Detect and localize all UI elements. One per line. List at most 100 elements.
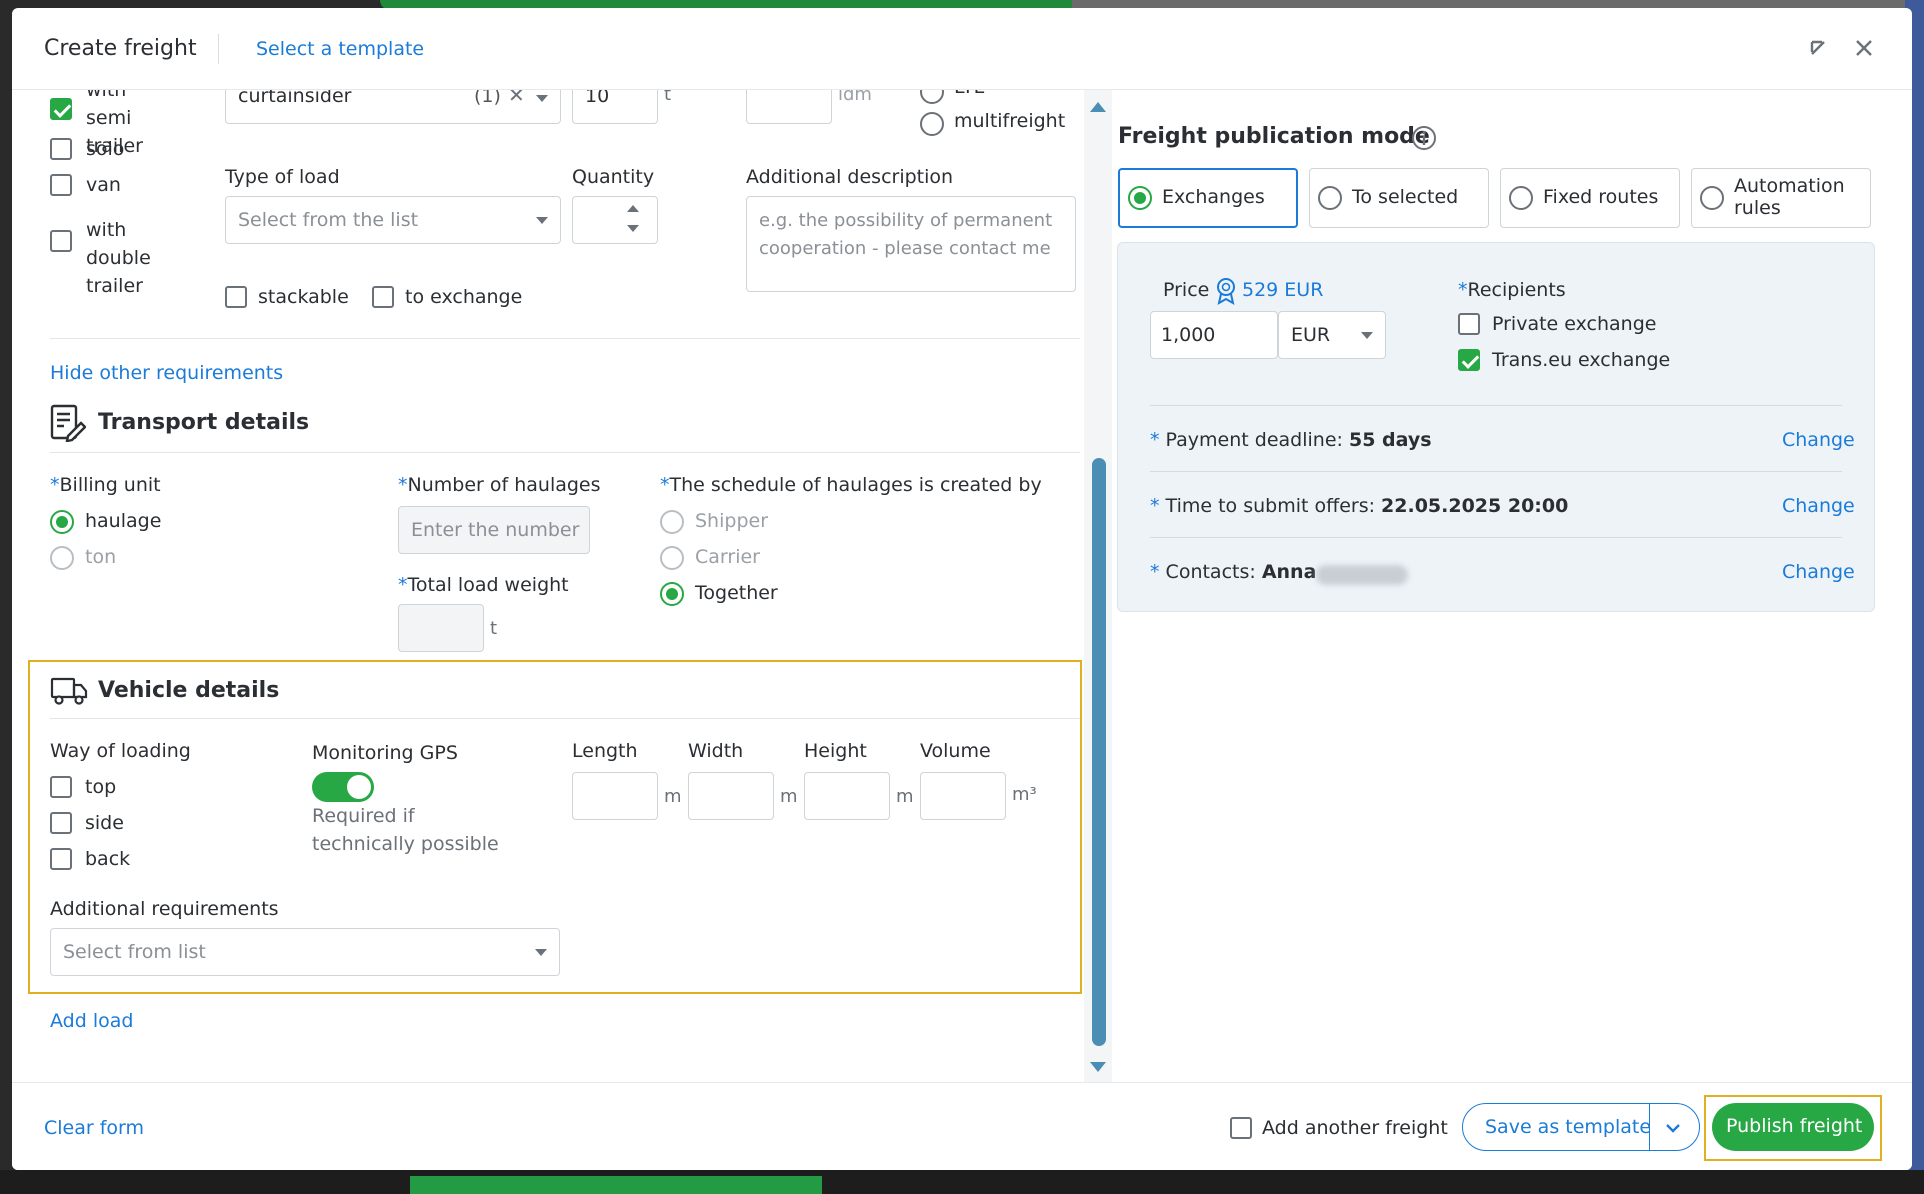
volume-unit: m³ — [1012, 784, 1037, 805]
transport-details-title: Transport details — [98, 410, 310, 435]
quantity-label: Quantity — [572, 166, 655, 188]
to-selected-label: To selected — [1352, 186, 1459, 208]
fixed-routes-radio — [1509, 186, 1533, 210]
exchanges-radio — [1128, 186, 1152, 210]
mode-tab-automation-rules[interactable]: Automation rules — [1691, 168, 1871, 228]
scrollbar-thumb[interactable] — [1092, 458, 1106, 1046]
loading-back-checkbox[interactable] — [50, 848, 72, 870]
transeu-exchange-label: Trans.eu exchange — [1492, 349, 1671, 371]
clear-icon[interactable]: ✕ — [508, 90, 525, 107]
create-freight-modal: Create freight Select a template with se… — [12, 8, 1912, 1170]
shipper-radio[interactable] — [660, 510, 684, 534]
stepper-down-icon[interactable] — [627, 225, 639, 232]
mode-tab-to-selected[interactable]: To selected — [1309, 168, 1489, 228]
loading-side-label: side — [85, 812, 124, 834]
publication-settings-panel: Price 529 EUR 1,000 EUR *Recipients Priv… — [1117, 242, 1875, 612]
type-of-load-placeholder: Select from the list — [238, 209, 419, 231]
clear-form-link[interactable]: Clear form — [44, 1117, 144, 1139]
panel-divider — [1150, 471, 1842, 472]
loading-side-checkbox[interactable] — [50, 812, 72, 834]
ton-radio[interactable] — [50, 546, 74, 570]
chevron-down-icon — [535, 949, 547, 956]
change-contacts-link[interactable]: Change — [1782, 561, 1855, 583]
scroll-up-icon[interactable] — [1090, 102, 1106, 112]
weight-input[interactable]: 10 — [572, 90, 658, 124]
document-icon — [50, 404, 87, 443]
truck-icon — [50, 676, 88, 706]
volume-label: Volume — [920, 740, 991, 762]
additional-description-label: Additional description — [746, 166, 954, 188]
publish-freight-button[interactable]: Publish freight — [1712, 1103, 1874, 1151]
modal-footer: Clear form Add another freight Save as t… — [12, 1082, 1912, 1170]
button-divider — [1649, 1104, 1650, 1150]
double-trailer-label: with double trailer — [86, 219, 151, 297]
stackable-label: stackable — [258, 286, 349, 308]
to-exchange-checkbox[interactable] — [372, 286, 394, 308]
private-exchange-label: Private exchange — [1492, 313, 1657, 335]
background-bottom-banner — [410, 1176, 822, 1194]
mode-tab-fixed-routes[interactable]: Fixed routes — [1500, 168, 1680, 228]
haulage-radio[interactable] — [50, 510, 74, 534]
body-type-select[interactable]: curtainsider (1) ✕ — [225, 90, 561, 124]
volume-input[interactable] — [920, 772, 1006, 820]
header-divider — [218, 34, 219, 64]
change-payment-deadline-link[interactable]: Change — [1782, 429, 1855, 451]
type-of-load-select[interactable]: Select from the list — [225, 196, 561, 244]
chevron-down-icon[interactable] — [1661, 1116, 1685, 1140]
private-exchange-checkbox[interactable] — [1458, 313, 1480, 335]
haulages-label: *Number of haulages — [398, 474, 601, 496]
change-offers-time-link[interactable]: Change — [1782, 495, 1855, 517]
way-of-loading-label: Way of loading — [50, 740, 191, 762]
stackable-checkbox[interactable] — [225, 286, 247, 308]
loading-top-checkbox[interactable] — [50, 776, 72, 798]
info-icon[interactable] — [1410, 124, 1438, 152]
publish-freight-label: Publish freight — [1726, 1115, 1863, 1137]
van-checkbox[interactable] — [50, 174, 72, 196]
type-of-load-label: Type of load — [225, 166, 340, 188]
add-another-freight-label: Add another freight — [1262, 1117, 1448, 1139]
additional-description-textarea[interactable]: e.g. the possibility of permanent cooper… — [746, 196, 1076, 292]
panel-divider — [1150, 537, 1842, 538]
currency-select[interactable]: EUR — [1278, 311, 1386, 359]
together-radio[interactable] — [660, 582, 684, 606]
total-weight-input[interactable] — [398, 604, 484, 652]
weight-unit: t — [664, 90, 672, 105]
scroll-down-icon[interactable] — [1090, 1062, 1106, 1072]
length-input[interactable] — [572, 772, 658, 820]
chevron-down-icon — [536, 95, 548, 102]
quantity-stepper[interactable] — [572, 196, 658, 244]
width-input[interactable] — [688, 772, 774, 820]
hide-requirements-link[interactable]: Hide other requirements — [50, 362, 283, 384]
transeu-exchange-checkbox[interactable] — [1458, 349, 1480, 371]
double-trailer-checkbox[interactable] — [50, 230, 72, 252]
ldm-input[interactable] — [746, 90, 832, 124]
additional-requirements-placeholder: Select from list — [63, 941, 206, 963]
multifreight-label: multifreight — [954, 110, 1066, 132]
haulage-label: haulage — [85, 510, 162, 532]
minimize-icon[interactable] — [1804, 34, 1832, 62]
ldm-unit: ldm — [838, 90, 872, 105]
carrier-radio[interactable] — [660, 546, 684, 570]
solo-checkbox[interactable] — [50, 138, 72, 160]
add-load-link[interactable]: Add load — [50, 1010, 133, 1032]
schedule-label: *The schedule of haulages is created by — [660, 474, 1042, 496]
price-input[interactable]: 1,000 — [1150, 311, 1278, 359]
add-another-freight-checkbox[interactable] — [1230, 1117, 1252, 1139]
modal-header: Create freight Select a template — [12, 8, 1912, 90]
close-icon[interactable] — [1850, 34, 1878, 62]
stepper-up-icon[interactable] — [627, 205, 639, 212]
semi-trailer-checkbox[interactable] — [50, 98, 72, 120]
vehicle-details-title: Vehicle details — [98, 678, 280, 703]
additional-requirements-select[interactable]: Select from list — [50, 928, 560, 976]
select-template-link[interactable]: Select a template — [256, 38, 424, 60]
ltl-label: LTL — [954, 90, 984, 98]
gps-toggle[interactable] — [312, 772, 374, 802]
haulages-input[interactable]: Enter the number — [398, 506, 590, 554]
ltl-radio[interactable] — [920, 90, 944, 104]
multifreight-radio[interactable] — [920, 112, 944, 136]
mode-tab-exchanges[interactable]: Exchanges — [1118, 168, 1298, 228]
save-as-template-button[interactable]: Save as template — [1485, 1116, 1651, 1138]
contacts: * Contacts: Anna — [1150, 561, 1317, 583]
suggested-price-link[interactable]: 529 EUR — [1242, 279, 1323, 301]
height-input[interactable] — [804, 772, 890, 820]
